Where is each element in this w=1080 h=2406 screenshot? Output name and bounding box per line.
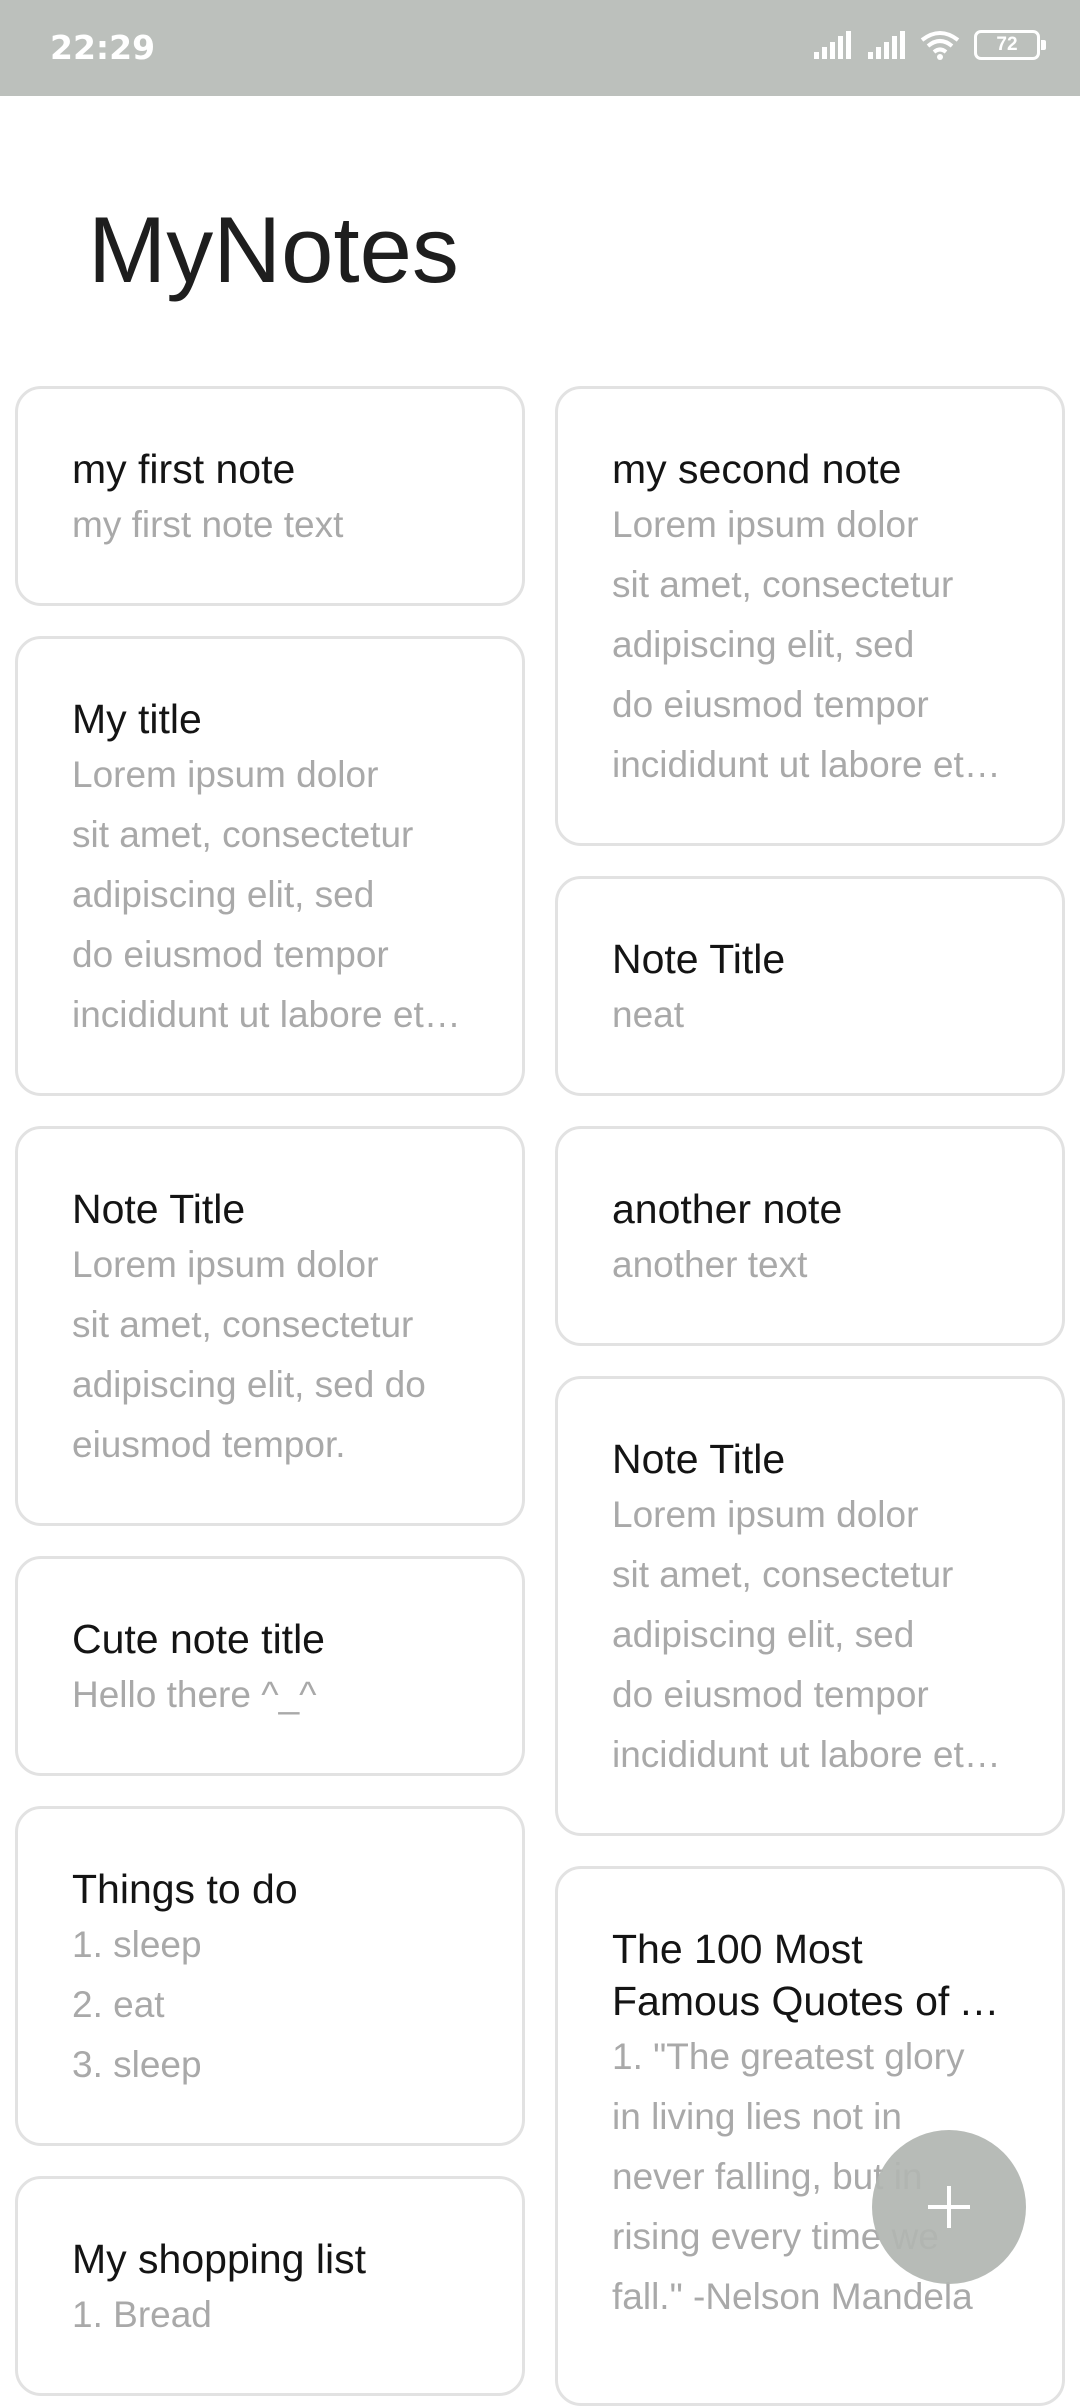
note-title: Cute note title <box>72 1616 325 1662</box>
note-text: my first note text <box>72 504 344 545</box>
status-time: 22:29 <box>50 28 156 67</box>
note-title: My shopping list <box>72 2236 366 2282</box>
note-text: 1. sleep 2. eat 3. sleep <box>72 1924 202 2085</box>
note-title: The 100 Most Famous Quotes of All Time <box>612 1926 1004 2024</box>
note-title: Note Title <box>612 936 786 982</box>
note-card[interactable]: Note Title Lorem ipsum dolor sit amet, c… <box>15 1126 525 1526</box>
note-title: My title <box>72 696 202 742</box>
note-text: Lorem ipsum dolor sit amet, consectetur … <box>72 1244 426 1465</box>
note-title: my first note <box>72 446 296 492</box>
note-card[interactable]: My shopping list 1. Bread <box>15 2176 525 2396</box>
wifi-icon <box>920 31 960 60</box>
battery-icon: 72 <box>974 30 1046 60</box>
note-card[interactable]: another note another text <box>555 1126 1065 1346</box>
page-title: MyNotes <box>88 197 459 302</box>
note-text: neat <box>612 994 685 1035</box>
note-title: another note <box>612 1186 843 1232</box>
status-icons: 72 <box>812 30 1046 60</box>
note-card[interactable]: My title Lorem ipsum dolor sit amet, con… <box>15 636 525 1096</box>
note-title: Things to do <box>72 1866 298 1912</box>
note-card[interactable]: my second note Lorem ipsum dolor sit ame… <box>555 386 1065 846</box>
note-title: Note Title <box>612 1436 786 1482</box>
signal-icon <box>868 31 905 59</box>
note-card[interactable]: The 100 Most Famous Quotes of All Time 1… <box>555 1866 1065 2406</box>
note-text: Lorem ipsum dolor sit amet, consectetur … <box>612 504 964 785</box>
note-title: my second note <box>612 446 902 492</box>
status-bar: 22:29 72 <box>0 0 1080 96</box>
note-text: Lorem ipsum dolor sit amet, consectetur … <box>72 754 424 1035</box>
note-card[interactable]: Note Title Lorem ipsum dolor sit amet, c… <box>555 1376 1065 1836</box>
note-text: 1. Bread <box>72 2294 212 2335</box>
note-title: Note Title <box>72 1186 246 1232</box>
note-card[interactable]: Cute note title Hello there ^_^ <box>15 1556 525 1776</box>
note-card[interactable]: my first note my first note text <box>15 386 525 606</box>
note-card[interactable]: Note Title neat <box>555 876 1065 1096</box>
note-text: another text <box>612 1244 808 1285</box>
note-text: Hello there ^_^ <box>72 1674 317 1715</box>
note-card[interactable]: Things to do 1. sleep 2. eat 3. sleep <box>15 1806 525 2146</box>
plus-icon <box>928 2186 970 2228</box>
add-note-button[interactable] <box>872 2130 1026 2284</box>
signal-icon <box>814 31 851 59</box>
note-text: Lorem ipsum dolor sit amet, consectetur … <box>612 1494 964 1775</box>
